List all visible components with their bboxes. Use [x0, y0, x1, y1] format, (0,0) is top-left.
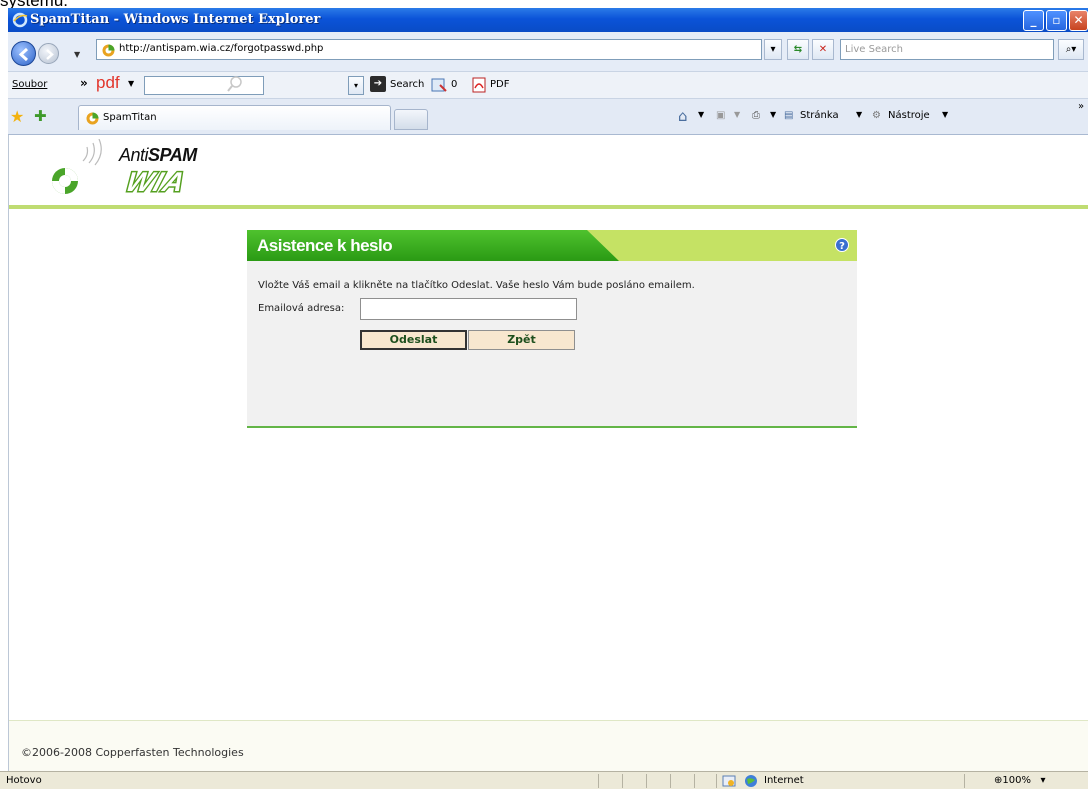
menu-stranka[interactable]: Stránka: [800, 110, 839, 121]
print-icon[interactable]: ⎙: [752, 110, 760, 121]
nastroje-dropdown[interactable]: ▼: [942, 110, 948, 119]
address-toolbar: ▼ http://antispam.wia.cz/forgotpasswd.ph…: [8, 32, 1088, 72]
notes-icon[interactable]: [430, 76, 448, 94]
spamtitan-favicon-icon: [86, 112, 99, 125]
instructions-text: Vložte Váš email a klikněte na tlačítko …: [258, 280, 695, 291]
toolbar-overflow-chevron[interactable]: »: [80, 76, 88, 90]
email-label: Emailová adresa:: [258, 303, 345, 314]
tab-bar: ★ ✚ SpamTitan ⌂ ▼ ▣ ▼ ⎙ ▼ ▤ Stránka ▼ ⚙ …: [8, 99, 1088, 135]
toolbar-search-button[interactable]: Search: [390, 79, 424, 90]
help-icon[interactable]: ?: [835, 238, 849, 252]
menu-nastroje[interactable]: Nástroje: [888, 110, 930, 121]
forward-arrow-icon: [46, 49, 54, 60]
recent-pages-dropdown[interactable]: ▼: [74, 50, 80, 59]
status-text: Hotovo: [6, 775, 42, 786]
internet-globe-icon: [745, 775, 757, 787]
svg-text:?: ?: [839, 241, 845, 252]
pdf-toolbar-logo[interactable]: pdf: [96, 73, 120, 93]
minimize-button[interactable]: _: [1023, 10, 1044, 31]
header-divider: [9, 205, 1088, 209]
feeds-dropdown[interactable]: ▼: [734, 110, 740, 119]
home-icon[interactable]: ⌂: [678, 107, 688, 125]
home-dropdown[interactable]: ▼: [698, 110, 704, 119]
search-icon: ⌕▾: [1065, 44, 1077, 55]
toolbar-search-field[interactable]: [144, 76, 264, 95]
new-tab-button[interactable]: [394, 109, 428, 130]
toolbar-search-dropdown[interactable]: ▾: [348, 76, 364, 95]
feeds-icon[interactable]: ▣: [716, 110, 725, 121]
back-arrow-icon: [18, 47, 29, 62]
add-favorite-icon[interactable]: ✚: [34, 107, 47, 125]
email-input[interactable]: [361, 299, 576, 319]
notes-count: 0: [451, 79, 458, 90]
page-viewport: AntiSPAM WIA Asistence k heslo ? Vložte …: [8, 135, 1088, 771]
panel-header: Asistence k heslo ?: [247, 230, 857, 261]
stranka-dropdown[interactable]: ▼: [856, 110, 862, 119]
status-bar: Hotovo Internet ⊕100% ▾: [0, 771, 1088, 789]
forward-button[interactable]: [38, 43, 59, 64]
live-search-input[interactable]: [845, 41, 1045, 58]
ie-logo-icon: [12, 12, 28, 28]
close-button[interactable]: ✕: [1069, 10, 1088, 31]
maximize-button[interactable]: ▫: [1046, 10, 1067, 31]
tools-gear-icon: ⚙: [872, 110, 881, 121]
panel-title: Asistence k heslo: [257, 236, 393, 255]
page-footer: ©2006-2008 Copperfasten Technologies: [9, 721, 1088, 771]
logo-wia-text: WIA: [121, 166, 192, 199]
security-zone-label: Internet: [764, 775, 804, 786]
tab-label: SpamTitan: [103, 112, 157, 123]
tab-spamtitan[interactable]: SpamTitan: [78, 105, 391, 130]
address-bar[interactable]: http://antispam.wia.cz/forgotpasswd.php: [96, 39, 762, 60]
antispam-wia-logo: AntiSPAM WIA: [45, 138, 215, 203]
send-button[interactable]: Odeslat: [360, 330, 467, 350]
zoom-level[interactable]: ⊕100% ▾: [994, 775, 1046, 786]
back-link-button[interactable]: Zpět: [468, 330, 575, 350]
window-title: SpamTitan - Windows Internet Explorer: [30, 12, 321, 27]
favorites-star-icon[interactable]: ★: [10, 107, 24, 126]
search-button[interactable]: ⌕▾: [1058, 39, 1084, 60]
tabrow-overflow-chevron[interactable]: »: [1078, 101, 1084, 112]
address-dropdown-button[interactable]: ▾: [764, 39, 782, 60]
email-field[interactable]: [360, 298, 577, 320]
refresh-button[interactable]: ⇆: [787, 39, 809, 60]
pdf-document-icon[interactable]: [470, 76, 488, 94]
protected-mode-icon[interactable]: [722, 774, 736, 788]
url-text: http://antispam.wia.cz/forgotpasswd.php: [119, 43, 324, 54]
pdf-dropdown[interactable]: ▼: [128, 79, 134, 88]
print-dropdown[interactable]: ▼: [770, 110, 776, 119]
magnifier-icon: [227, 76, 242, 92]
search-go-icon[interactable]: ➔: [370, 76, 386, 92]
stop-button[interactable]: ✕: [812, 39, 834, 60]
spamtitan-favicon-icon: [102, 44, 115, 57]
logo-ring-icon: [52, 138, 102, 194]
pdf-button-label[interactable]: PDF: [490, 79, 509, 90]
back-button[interactable]: [11, 41, 36, 66]
live-search-box[interactable]: [840, 39, 1054, 60]
copyright-text: ©2006-2008 Copperfasten Technologies: [21, 746, 244, 759]
menu-soubor[interactable]: Soubor: [12, 79, 47, 90]
command-toolbar: Soubor » pdf ▼ ▾ ➔ Search 0 PDF: [8, 72, 1088, 99]
password-assistance-panel: Asistence k heslo ? Vložte Váš email a k…: [247, 230, 857, 428]
page-icon: ▤: [784, 110, 794, 121]
title-bar: SpamTitan - Windows Internet Explorer _ …: [8, 8, 1088, 32]
logo-antispam-text: AntiSPAM: [119, 145, 197, 165]
